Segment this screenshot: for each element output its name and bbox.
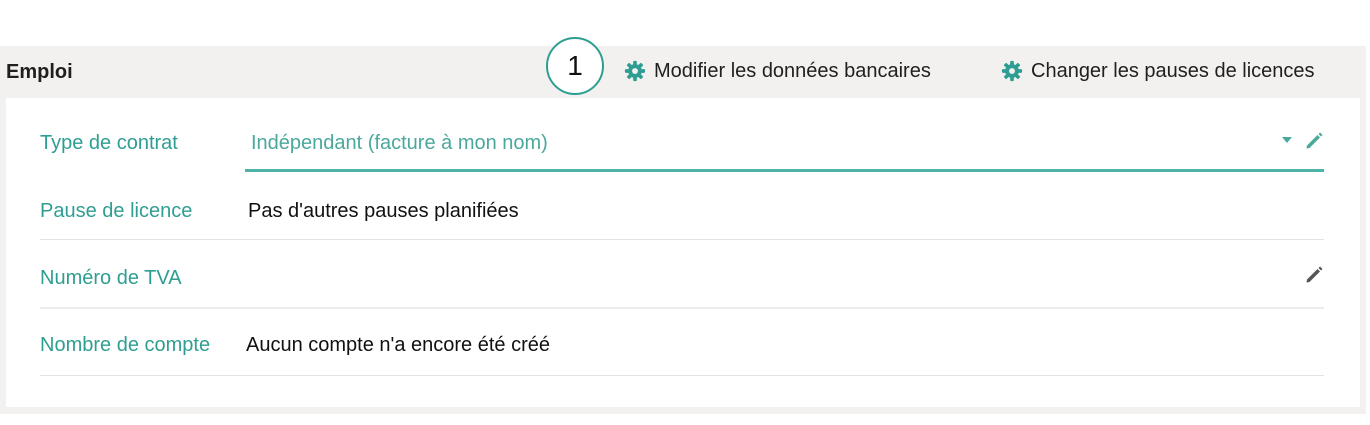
panel-header: Emploi 1 Modifier les données bancaires xyxy=(0,37,1366,98)
pencil-icon[interactable] xyxy=(1304,130,1324,150)
account-count-label: Nombre de compte xyxy=(40,334,211,356)
gear-icon xyxy=(624,60,646,82)
dropdown-caret-icon[interactable] xyxy=(1282,137,1292,143)
vat-number-row: Numéro de TVA xyxy=(40,240,1324,309)
change-license-pauses-label: Changer les pauses de licences xyxy=(1031,60,1315,82)
row-divider xyxy=(40,375,1324,376)
license-pause-value: Pas d'autres pauses planifiées xyxy=(248,200,519,222)
license-pause-label: Pause de licence xyxy=(40,200,193,222)
contract-type-select[interactable]: Indépendant (facture à mon nom) xyxy=(245,106,1324,172)
edit-bank-details-button[interactable]: Modifier les données bancaires xyxy=(624,59,931,83)
contract-type-value: Indépendant (facture à mon nom) xyxy=(251,132,548,154)
edit-bank-details-label: Modifier les données bancaires xyxy=(654,60,931,82)
change-license-pauses-button[interactable]: Changer les pauses de licences xyxy=(1001,59,1315,83)
account-count-value: Aucun compte n'a encore été créé xyxy=(246,334,551,356)
employment-details-card: Type de contrat Indépendant (facture à m… xyxy=(6,98,1360,407)
section-title: Emploi xyxy=(6,61,73,83)
license-pause-row: Pause de licence Pas d'autres pauses pla… xyxy=(40,172,1324,240)
account-count-row: Nombre de compte Aucun compte n'a encore… xyxy=(40,309,1324,376)
contract-type-row: Type de contrat Indépendant (facture à m… xyxy=(40,106,1324,172)
vat-number-label: Numéro de TVA xyxy=(40,267,182,289)
gear-icon xyxy=(1001,60,1023,82)
pencil-icon[interactable] xyxy=(1304,264,1324,284)
contract-type-label: Type de contrat xyxy=(40,132,178,154)
step-number-badge: 1 xyxy=(546,37,604,95)
employment-panel: Emploi 1 Modifier les données bancaires xyxy=(0,37,1366,414)
